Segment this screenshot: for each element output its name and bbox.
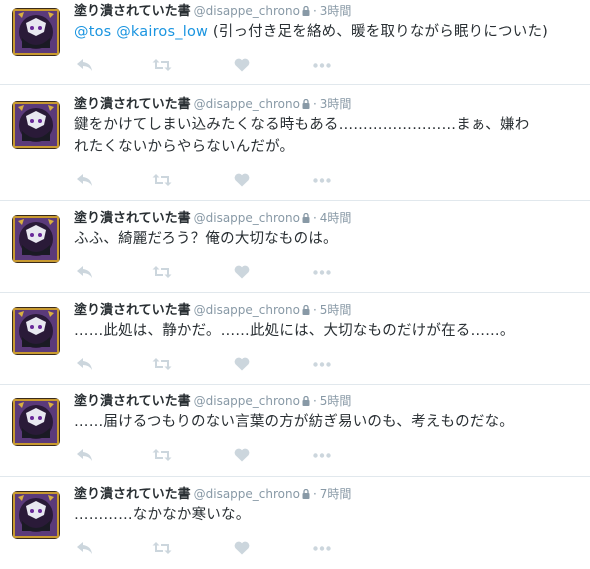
tweet[interactable]: 塗り潰されていた書 @disappe_chrono · 5時間 ……此処は、静かだ。…… <box>0 299 590 385</box>
more-icon[interactable] <box>312 55 332 75</box>
lock-icon <box>302 97 310 115</box>
avatar[interactable] <box>12 307 60 355</box>
handle[interactable]: @disappe_chrono <box>194 4 300 18</box>
more-icon[interactable] <box>312 354 332 374</box>
handle[interactable]: @disappe_chrono <box>194 97 300 111</box>
tweet-text: 鍵をかけてしまい込みたくなる時もある……………………まぁ、嫌わ れたくないからや… <box>74 114 582 158</box>
tweet[interactable]: 塗り潰されていた書 @disappe_chrono · 3時間 鍵をかけてしまい込みた… <box>0 93 590 201</box>
lock-icon <box>302 211 310 229</box>
display-name[interactable]: 塗り潰されていた書 <box>74 303 191 318</box>
timestamp[interactable]: 3時間 <box>320 97 352 111</box>
tweet[interactable]: 塗り潰されていた書 @disappe_chrono · 7時間 …………なかなか寒いな… <box>0 483 590 569</box>
display-name[interactable]: 塗り潰されていた書 <box>74 4 191 19</box>
tweet-text: …………なかなか寒いな。 <box>74 504 582 526</box>
timestamp[interactable]: 5時間 <box>320 394 352 408</box>
timestamp[interactable]: 3時間 <box>320 4 352 18</box>
reply-icon[interactable] <box>74 170 94 190</box>
timestamp[interactable]: 7時間 <box>320 487 352 501</box>
retweet-icon[interactable] <box>152 262 172 282</box>
heart-icon[interactable] <box>232 538 252 558</box>
tweet-text: ……此処は、静かだ。……此処には、大切なものだけが在る……。 <box>74 320 582 342</box>
meta-separator: · <box>312 394 317 408</box>
avatar[interactable] <box>12 491 60 539</box>
lock-icon <box>302 4 310 22</box>
tweet[interactable]: 塗り潰されていた書 @disappe_chrono · 5時間 ……届けるつもりのない… <box>0 390 590 477</box>
retweet-icon[interactable] <box>152 354 172 374</box>
lock-icon <box>302 303 310 321</box>
reply-icon[interactable] <box>74 55 94 75</box>
meta-separator: · <box>312 211 317 225</box>
tweet-text: @tos @kairos_low (引っ付き足を絡め、暖を取りながら眠りについた… <box>74 21 582 43</box>
tweet-text-line: れたくないからやらないんだが。 <box>74 139 295 155</box>
tweet-text-line: 鍵をかけてしまい込みたくなる時もある……………………まぁ、嫌わ <box>74 117 530 133</box>
meta-separator: · <box>312 487 317 501</box>
more-icon[interactable] <box>312 538 332 558</box>
lock-icon <box>302 487 310 505</box>
reply-icon[interactable] <box>74 354 94 374</box>
mention-link[interactable]: @tos <box>74 24 111 40</box>
tweet-text-line: ふふ、綺麗だろう？俺の大切なものは。 <box>74 231 338 247</box>
meta-separator: · <box>312 303 317 317</box>
tweet-text-line: ……届けるつもりのない言葉の方が紡ぎ易いのも、考えものだな。 <box>74 414 514 430</box>
heart-icon[interactable] <box>232 170 252 190</box>
timestamp[interactable]: 4時間 <box>320 211 352 225</box>
avatar[interactable] <box>12 398 60 446</box>
display-name[interactable]: 塗り潰されていた書 <box>74 487 191 502</box>
lock-icon <box>302 394 310 412</box>
handle[interactable]: @disappe_chrono <box>194 487 300 501</box>
handle[interactable]: @disappe_chrono <box>194 303 300 317</box>
meta-separator: · <box>312 97 317 111</box>
tweet[interactable]: 塗り潰されていた書 @disappe_chrono · 4時間 ふふ、綺麗だろう？俺の… <box>0 207 590 293</box>
display-name[interactable]: 塗り潰されていた書 <box>74 211 191 226</box>
tweet-text-line: ……此処は、静かだ。……此処には、大切なものだけが在る……。 <box>74 323 515 339</box>
display-name[interactable]: 塗り潰されていた書 <box>74 97 191 112</box>
meta-separator: · <box>312 4 317 18</box>
heart-icon[interactable] <box>232 262 252 282</box>
tweet-text-body: (引っ付き足を絡め、暖を取りながら眠りについた) <box>212 24 549 40</box>
heart-icon[interactable] <box>232 354 252 374</box>
more-icon[interactable] <box>312 262 332 282</box>
reply-icon[interactable] <box>74 445 94 465</box>
display-name[interactable]: 塗り潰されていた書 <box>74 394 191 409</box>
reply-icon[interactable] <box>74 538 94 558</box>
avatar[interactable] <box>12 215 60 263</box>
timestamp[interactable]: 5時間 <box>320 303 352 317</box>
tweet[interactable]: 塗り潰されていた書 @disappe_chrono · 3時間 @tos @kairo… <box>0 0 590 85</box>
more-icon[interactable] <box>312 170 332 190</box>
heart-icon[interactable] <box>232 445 252 465</box>
tweet-text: ふふ、綺麗だろう？俺の大切なものは。 <box>74 228 582 250</box>
heart-icon[interactable] <box>232 55 252 75</box>
retweet-icon[interactable] <box>152 170 172 190</box>
reply-icon[interactable] <box>74 262 94 282</box>
handle[interactable]: @disappe_chrono <box>194 394 300 408</box>
retweet-icon[interactable] <box>152 55 172 75</box>
avatar[interactable] <box>12 101 60 149</box>
timeline: 塗り潰されていた書 @disappe_chrono · 3時間 @tos @kairo… <box>0 0 590 569</box>
retweet-icon[interactable] <box>152 538 172 558</box>
mention-link[interactable]: @kairos_low <box>116 24 208 40</box>
tweet-text: ……届けるつもりのない言葉の方が紡ぎ易いのも、考えものだな。 <box>74 411 582 433</box>
retweet-icon[interactable] <box>152 445 172 465</box>
tweet-text-line: …………なかなか寒いな。 <box>74 507 251 523</box>
more-icon[interactable] <box>312 445 332 465</box>
handle[interactable]: @disappe_chrono <box>194 211 300 225</box>
avatar[interactable] <box>12 8 60 56</box>
